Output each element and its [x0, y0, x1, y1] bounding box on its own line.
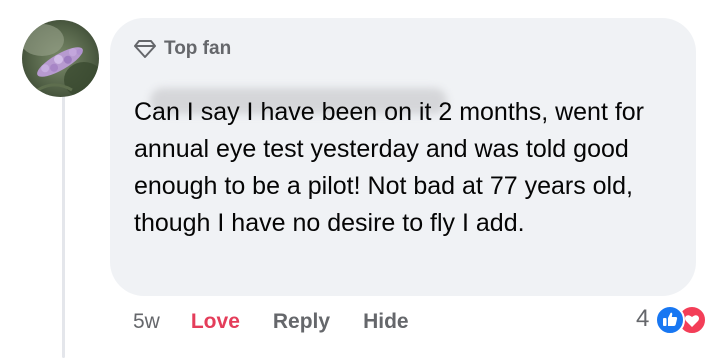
reply-button[interactable]: Reply	[273, 310, 330, 334]
comment-actions: 5w Love Reply Hide	[133, 306, 442, 338]
reaction-summary[interactable]: 4	[636, 302, 711, 336]
top-fan-badge[interactable]: Top fan	[134, 37, 231, 61]
comment-container: Top fan Can I say I have been on it 2 mo…	[0, 0, 728, 358]
diamond-icon	[134, 39, 156, 59]
like-icon	[655, 305, 686, 335]
timestamp[interactable]: 5w	[133, 310, 160, 334]
comment-text: Can I say I have been on it 2 months, we…	[134, 98, 645, 237]
reaction-icons	[655, 302, 711, 336]
hide-button[interactable]: Hide	[363, 310, 409, 334]
comment-bubble: Top fan Can I say I have been on it 2 mo…	[110, 18, 696, 296]
reaction-count: 4	[636, 305, 650, 332]
avatar-image-icon	[22, 20, 99, 97]
reply-thread-line	[62, 88, 65, 358]
avatar[interactable]	[22, 20, 99, 97]
love-button[interactable]: Love	[191, 310, 240, 334]
badge-label: Top fan	[164, 38, 232, 59]
